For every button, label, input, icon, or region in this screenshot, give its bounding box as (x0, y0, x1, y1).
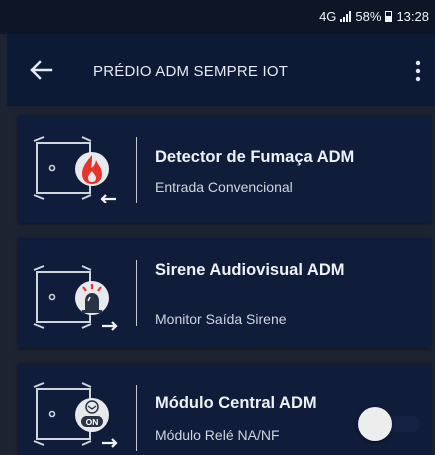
battery-level: 58% (355, 9, 382, 24)
relay-toggle-switch[interactable] (358, 407, 420, 441)
clock: 13:28 (396, 9, 429, 24)
card-divider (136, 385, 137, 451)
card-divider (136, 137, 137, 203)
status-bar: 4G 58% 13:28 (0, 0, 435, 34)
smoke-detector-input-icon (33, 136, 116, 203)
network-type: 4G (319, 9, 337, 24)
battery-icon (385, 11, 393, 22)
device-subtitle: Módulo Relé NA/NF (155, 427, 280, 443)
toggle-thumb (358, 407, 392, 441)
card-divider (136, 260, 137, 326)
device-card-relay-module[interactable]: ON Módulo Central ADM Módulo Relé NA/NF (18, 363, 431, 455)
more-vertical-icon[interactable] (413, 60, 423, 82)
device-card-smoke-detector[interactable]: Detector de Fumaça ADM Entrada Convencio… (18, 115, 431, 223)
arrow-left-icon[interactable] (27, 56, 55, 84)
app-bar: PRÉDIO ADM SEMPRE IOT (7, 34, 435, 106)
on-badge: ON (86, 417, 99, 427)
device-title: Sirene Audiovisual ADM (155, 261, 345, 279)
device-subtitle: Entrada Convencional (155, 179, 293, 195)
device-title: Detector de Fumaça ADM (155, 148, 355, 166)
device-subtitle: Monitor Saída Sirene (155, 311, 287, 327)
siren-output-icon (33, 265, 118, 331)
device-card-siren[interactable]: Sirene Audiovisual ADM Monitor Saída Sir… (18, 238, 431, 348)
signal-bars-icon (340, 11, 352, 22)
page-title: PRÉDIO ADM SEMPRE IOT (93, 63, 289, 80)
device-title: Módulo Central ADM (155, 394, 317, 412)
relay-module-on-icon: ON (33, 382, 118, 448)
status-indicators: 4G 58% 13:28 (319, 9, 429, 24)
